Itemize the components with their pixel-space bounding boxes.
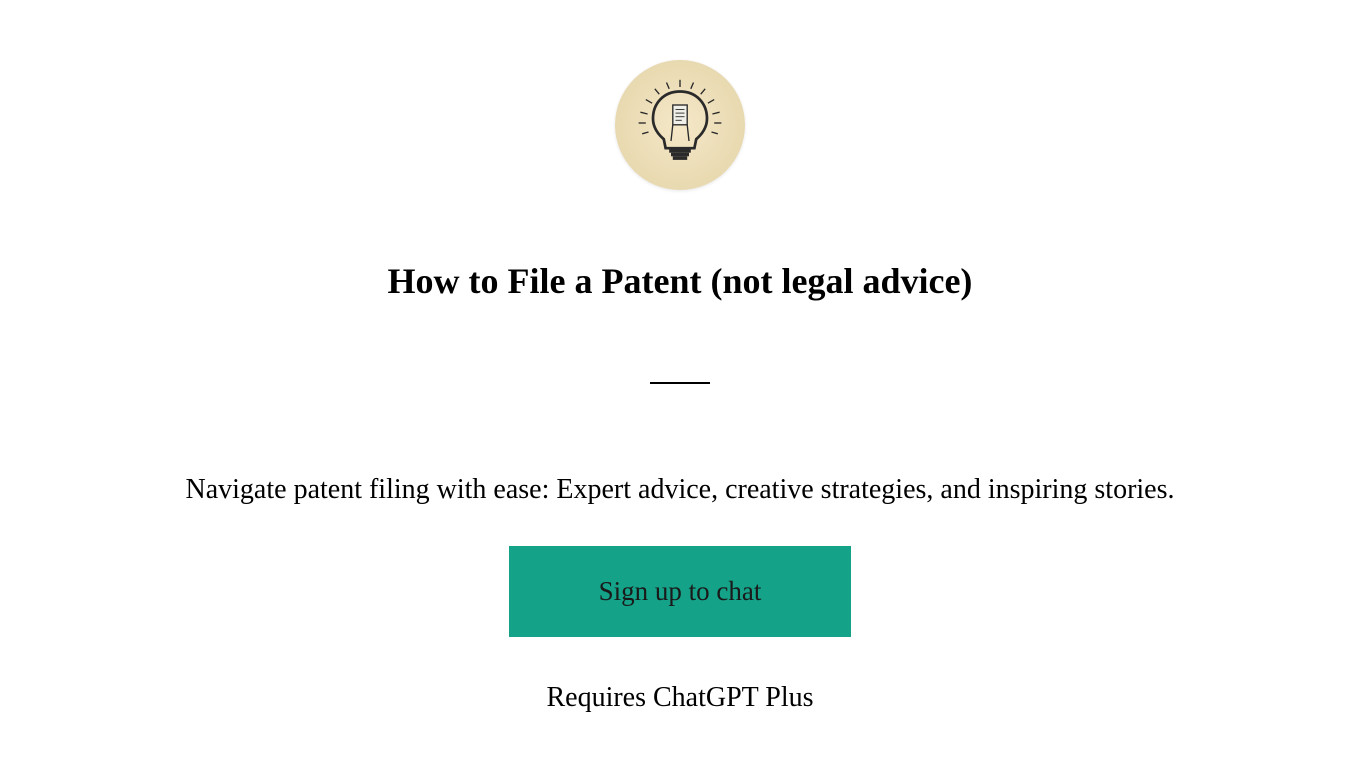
description-text: Navigate patent filing with ease: Expert…	[186, 474, 1175, 506]
divider	[650, 382, 710, 384]
page-title: How to File a Patent (not legal advice)	[388, 260, 973, 302]
signup-button[interactable]: Sign up to chat	[509, 546, 852, 637]
requires-text: Requires ChatGPT Plus	[546, 682, 813, 714]
logo-container	[615, 60, 745, 190]
lightbulb-patent-icon	[635, 78, 725, 173]
